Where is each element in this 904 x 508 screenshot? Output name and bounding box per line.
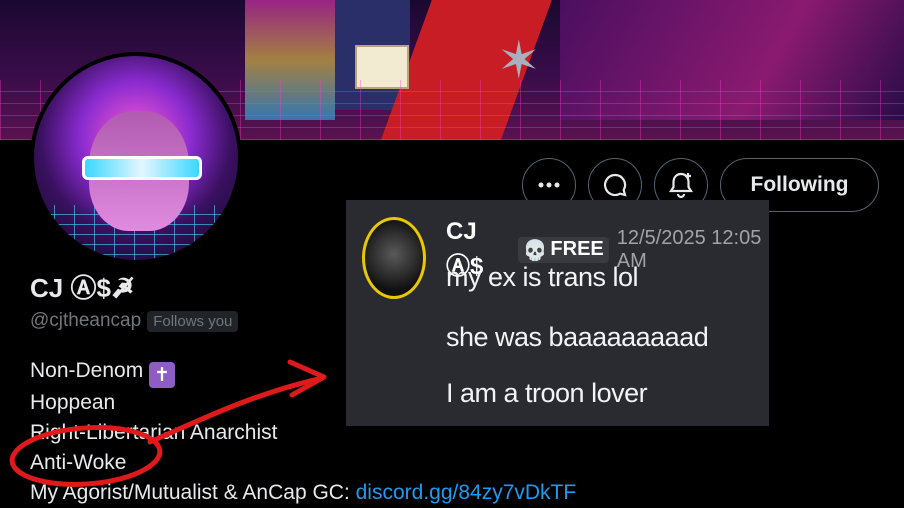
discord-link[interactable]: discord.gg/84zy7vDkTF bbox=[356, 481, 577, 504]
bio-text: Non-Denom bbox=[30, 359, 144, 382]
follows-you-badge: Follows you bbox=[147, 310, 239, 332]
handle-row: @cjtheancap Follows you bbox=[30, 310, 239, 332]
discord-message: my ex is trans lol bbox=[446, 262, 639, 292]
profile-handle: @cjtheancap bbox=[30, 310, 142, 331]
notify-bell-icon bbox=[669, 172, 693, 199]
discord-avatar bbox=[362, 217, 426, 299]
bio-line: My Agorist/Mutualist & AnCap GC: discord… bbox=[30, 478, 576, 508]
discord-message: she was baaaaaaaaad bbox=[446, 322, 709, 352]
profile-avatar[interactable] bbox=[30, 52, 242, 264]
message-icon bbox=[603, 173, 627, 197]
skull-icon: 💀 bbox=[522, 237, 548, 262]
profile-name: CJ Ⓐ$☭̸ bbox=[30, 273, 135, 303]
discord-message: I am a troon lover bbox=[446, 378, 648, 408]
free-badge: 💀 FREE bbox=[517, 236, 609, 263]
more-icon bbox=[538, 182, 560, 188]
avatar-glasses bbox=[82, 156, 202, 180]
discord-message-screenshot: CJ Ⓐ$ 💀 FREE 12/5/2025 12:05 AM my ex is … bbox=[346, 200, 769, 426]
discord-timestamp: 12/5/2025 12:05 AM bbox=[616, 226, 762, 272]
bio-text: My Agorist/Mutualist & AnCap GC: bbox=[30, 481, 356, 504]
bio-line: Anti-Woke bbox=[30, 451, 127, 474]
badge-label: FREE bbox=[550, 238, 604, 260]
cross-icon: ✝ bbox=[149, 362, 176, 388]
